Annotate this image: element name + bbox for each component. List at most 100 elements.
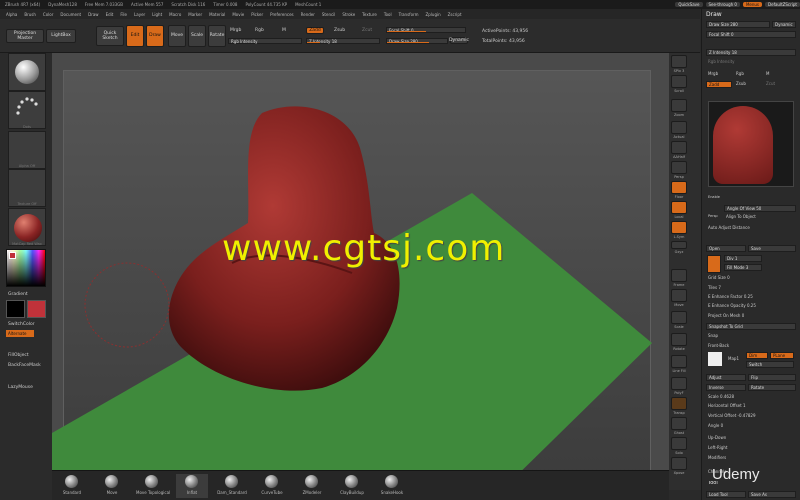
adjust-button[interactable]: Adjust	[706, 374, 746, 381]
fill-mode-slider[interactable]: Fill Mode 3	[724, 264, 762, 271]
e-enhance-factor-slider[interactable]: E Enhance Factor 0.25	[706, 294, 796, 301]
zsub-toggle[interactable]: Zsub	[334, 28, 345, 33]
stroke-thumbnail[interactable]	[8, 91, 46, 129]
menu-light[interactable]: Light	[152, 12, 162, 17]
e-enhance-opacity-slider[interactable]: E Enhance Opacity 0.25	[706, 303, 796, 310]
actual-button[interactable]	[671, 121, 687, 134]
m-toggle[interactable]: M	[282, 28, 286, 33]
zoom-button[interactable]	[671, 99, 687, 112]
tray-z-intensity-slider[interactable]: Z Intensity 18	[706, 49, 796, 56]
menu-zscript[interactable]: Zscript	[448, 12, 462, 17]
brush-claybuildup[interactable]: ClayBuildup	[336, 474, 368, 498]
brush-zmodeler[interactable]: ZModeler	[296, 474, 328, 498]
menu-preferences[interactable]: Preferences	[270, 12, 294, 17]
menu-stencil[interactable]: Stencil	[322, 12, 336, 17]
focal-shift-slider[interactable]: Focal Shift 0	[386, 27, 466, 33]
quicksave-button[interactable]: QuickSave	[675, 2, 703, 7]
local-button[interactable]	[671, 201, 687, 214]
rotate-button[interactable]	[671, 333, 687, 346]
menu-stroke[interactable]: Stroke	[342, 12, 355, 17]
map-thumbnail[interactable]	[708, 352, 722, 366]
menu-zplugin[interactable]: Zplugin	[426, 12, 441, 17]
menus-toggle[interactable]: Menus	[742, 2, 763, 7]
tray-open-button[interactable]: Open	[706, 245, 746, 252]
transp-button[interactable]	[671, 397, 687, 410]
gradient-toggle[interactable]: Gradient	[8, 292, 28, 297]
rotate-button[interactable]: Rotate	[748, 384, 796, 391]
horizontal-offset-slider[interactable]: Horizontal Offset 1	[706, 403, 796, 410]
projection-master-button[interactable]: Projection Master	[6, 29, 44, 43]
fill-object-button[interactable]: FillObject	[8, 353, 29, 358]
move-button[interactable]: Move	[168, 25, 186, 47]
frame-button[interactable]	[671, 269, 687, 282]
menu-texture[interactable]: Texture	[362, 12, 377, 17]
div-slider[interactable]: Div 1	[724, 255, 762, 262]
rgb-intensity-slider[interactable]: Rgb Intensity	[228, 38, 302, 44]
tray-enable-toggle[interactable]: Enable	[706, 195, 724, 202]
menu-transform[interactable]: Transform	[399, 12, 419, 17]
persp-button[interactable]	[671, 161, 687, 174]
tray-zadd-toggle[interactable]: Zadd	[706, 81, 732, 88]
menu-file[interactable]: File	[120, 12, 127, 17]
up-down-section[interactable]: Up-Down	[706, 435, 796, 442]
tray-zsub-toggle[interactable]: Zsub	[734, 81, 762, 88]
brush-dam-standard[interactable]: Dam_Standard	[216, 474, 248, 498]
menu-marker[interactable]: Marker	[188, 12, 202, 17]
tray-draw-size-slider[interactable]: Draw Size 280	[706, 21, 770, 28]
angle-slider[interactable]: Angle 0	[706, 423, 796, 430]
dynamic-button[interactable]: Dynamic	[449, 37, 469, 44]
left-right-section[interactable]: Left-Right	[706, 445, 796, 452]
mrgb-toggle[interactable]: Mrgb	[230, 28, 241, 33]
polyf-button[interactable]	[671, 377, 687, 390]
zcut-toggle[interactable]: Zcut	[362, 28, 372, 33]
z-intensity-slider[interactable]: Z Intensity 18	[306, 38, 380, 44]
draw-size-slider[interactable]: Draw Size 280	[386, 38, 448, 44]
brush-standard[interactable]: Standard	[56, 474, 88, 498]
brush-inflat[interactable]: Inflat	[176, 474, 208, 498]
rgb-toggle[interactable]: Rgb	[255, 28, 264, 33]
snapshot-to-grid-button[interactable]: Snapshot To Grid	[706, 323, 796, 330]
menu-picker[interactable]: Picker	[251, 12, 263, 17]
line-fill-button[interactable]	[671, 355, 687, 368]
menu-brush[interactable]: Brush	[24, 12, 36, 17]
brush-move-topological[interactable]: Move Topological	[136, 474, 170, 498]
brush-curvetube[interactable]: CurveTube	[256, 474, 288, 498]
switch-color-button[interactable]: SwitchColor	[8, 322, 35, 327]
menu-tool[interactable]: Tool	[384, 12, 392, 17]
modifiers-section[interactable]: Modifiers	[706, 455, 796, 462]
backface-mask-button[interactable]: BackFaceMask	[8, 363, 41, 368]
move-button[interactable]	[671, 289, 687, 302]
tray-rgb-intensity-slider[interactable]: Rgb Intensity	[706, 59, 796, 66]
tray-save-button[interactable]: Save	[748, 245, 796, 252]
menu-draw[interactable]: Draw	[88, 12, 98, 17]
draw-button[interactable]: Draw	[146, 25, 164, 47]
tray-focal-shift-slider[interactable]: Focal Shift 0	[706, 31, 796, 38]
brush-thumbnail[interactable]	[8, 53, 46, 91]
switch-button[interactable]: Switch	[746, 361, 794, 368]
grid-toggle[interactable]	[707, 255, 721, 273]
spix-button[interactable]	[671, 55, 687, 68]
menu-macro[interactable]: Macro	[169, 12, 181, 17]
menu-layer[interactable]: Layer	[134, 12, 145, 17]
quick-sketch-button[interactable]: Quick Sketch	[96, 26, 124, 46]
tray-rgb-toggle[interactable]: Rgb	[734, 71, 762, 78]
load-tool-button[interactable]: Load Tool	[706, 491, 746, 498]
scroll-button[interactable]	[671, 75, 687, 88]
snap-button[interactable]: Snap	[706, 333, 796, 340]
tray-dynamic-button[interactable]: Dynamic	[772, 21, 796, 28]
brush-snakehook[interactable]: SnakeHook	[376, 474, 408, 498]
ghost-button[interactable]	[671, 417, 687, 430]
lazy-mouse-button[interactable]: LazyMouse	[8, 385, 33, 390]
xpose-button[interactable]	[671, 457, 687, 470]
tray-m-toggle[interactable]: M	[764, 71, 792, 78]
alternate-button[interactable]: Alternate	[6, 330, 34, 337]
scale-button[interactable]: Scale	[188, 25, 206, 47]
rotate-button[interactable]: Rotate	[208, 25, 226, 47]
menu-movie[interactable]: Movie	[232, 12, 244, 17]
scale-slider[interactable]: Scale 0.4628	[706, 394, 796, 401]
default-zscript-button[interactable]: DefaultZScript	[765, 2, 800, 7]
tray-mrgb-toggle[interactable]: Mrgb	[706, 71, 734, 78]
gxyz-button[interactable]	[671, 241, 687, 249]
tray-zcut-toggle[interactable]: Zcut	[764, 81, 792, 88]
menu-document[interactable]: Document	[60, 12, 81, 17]
